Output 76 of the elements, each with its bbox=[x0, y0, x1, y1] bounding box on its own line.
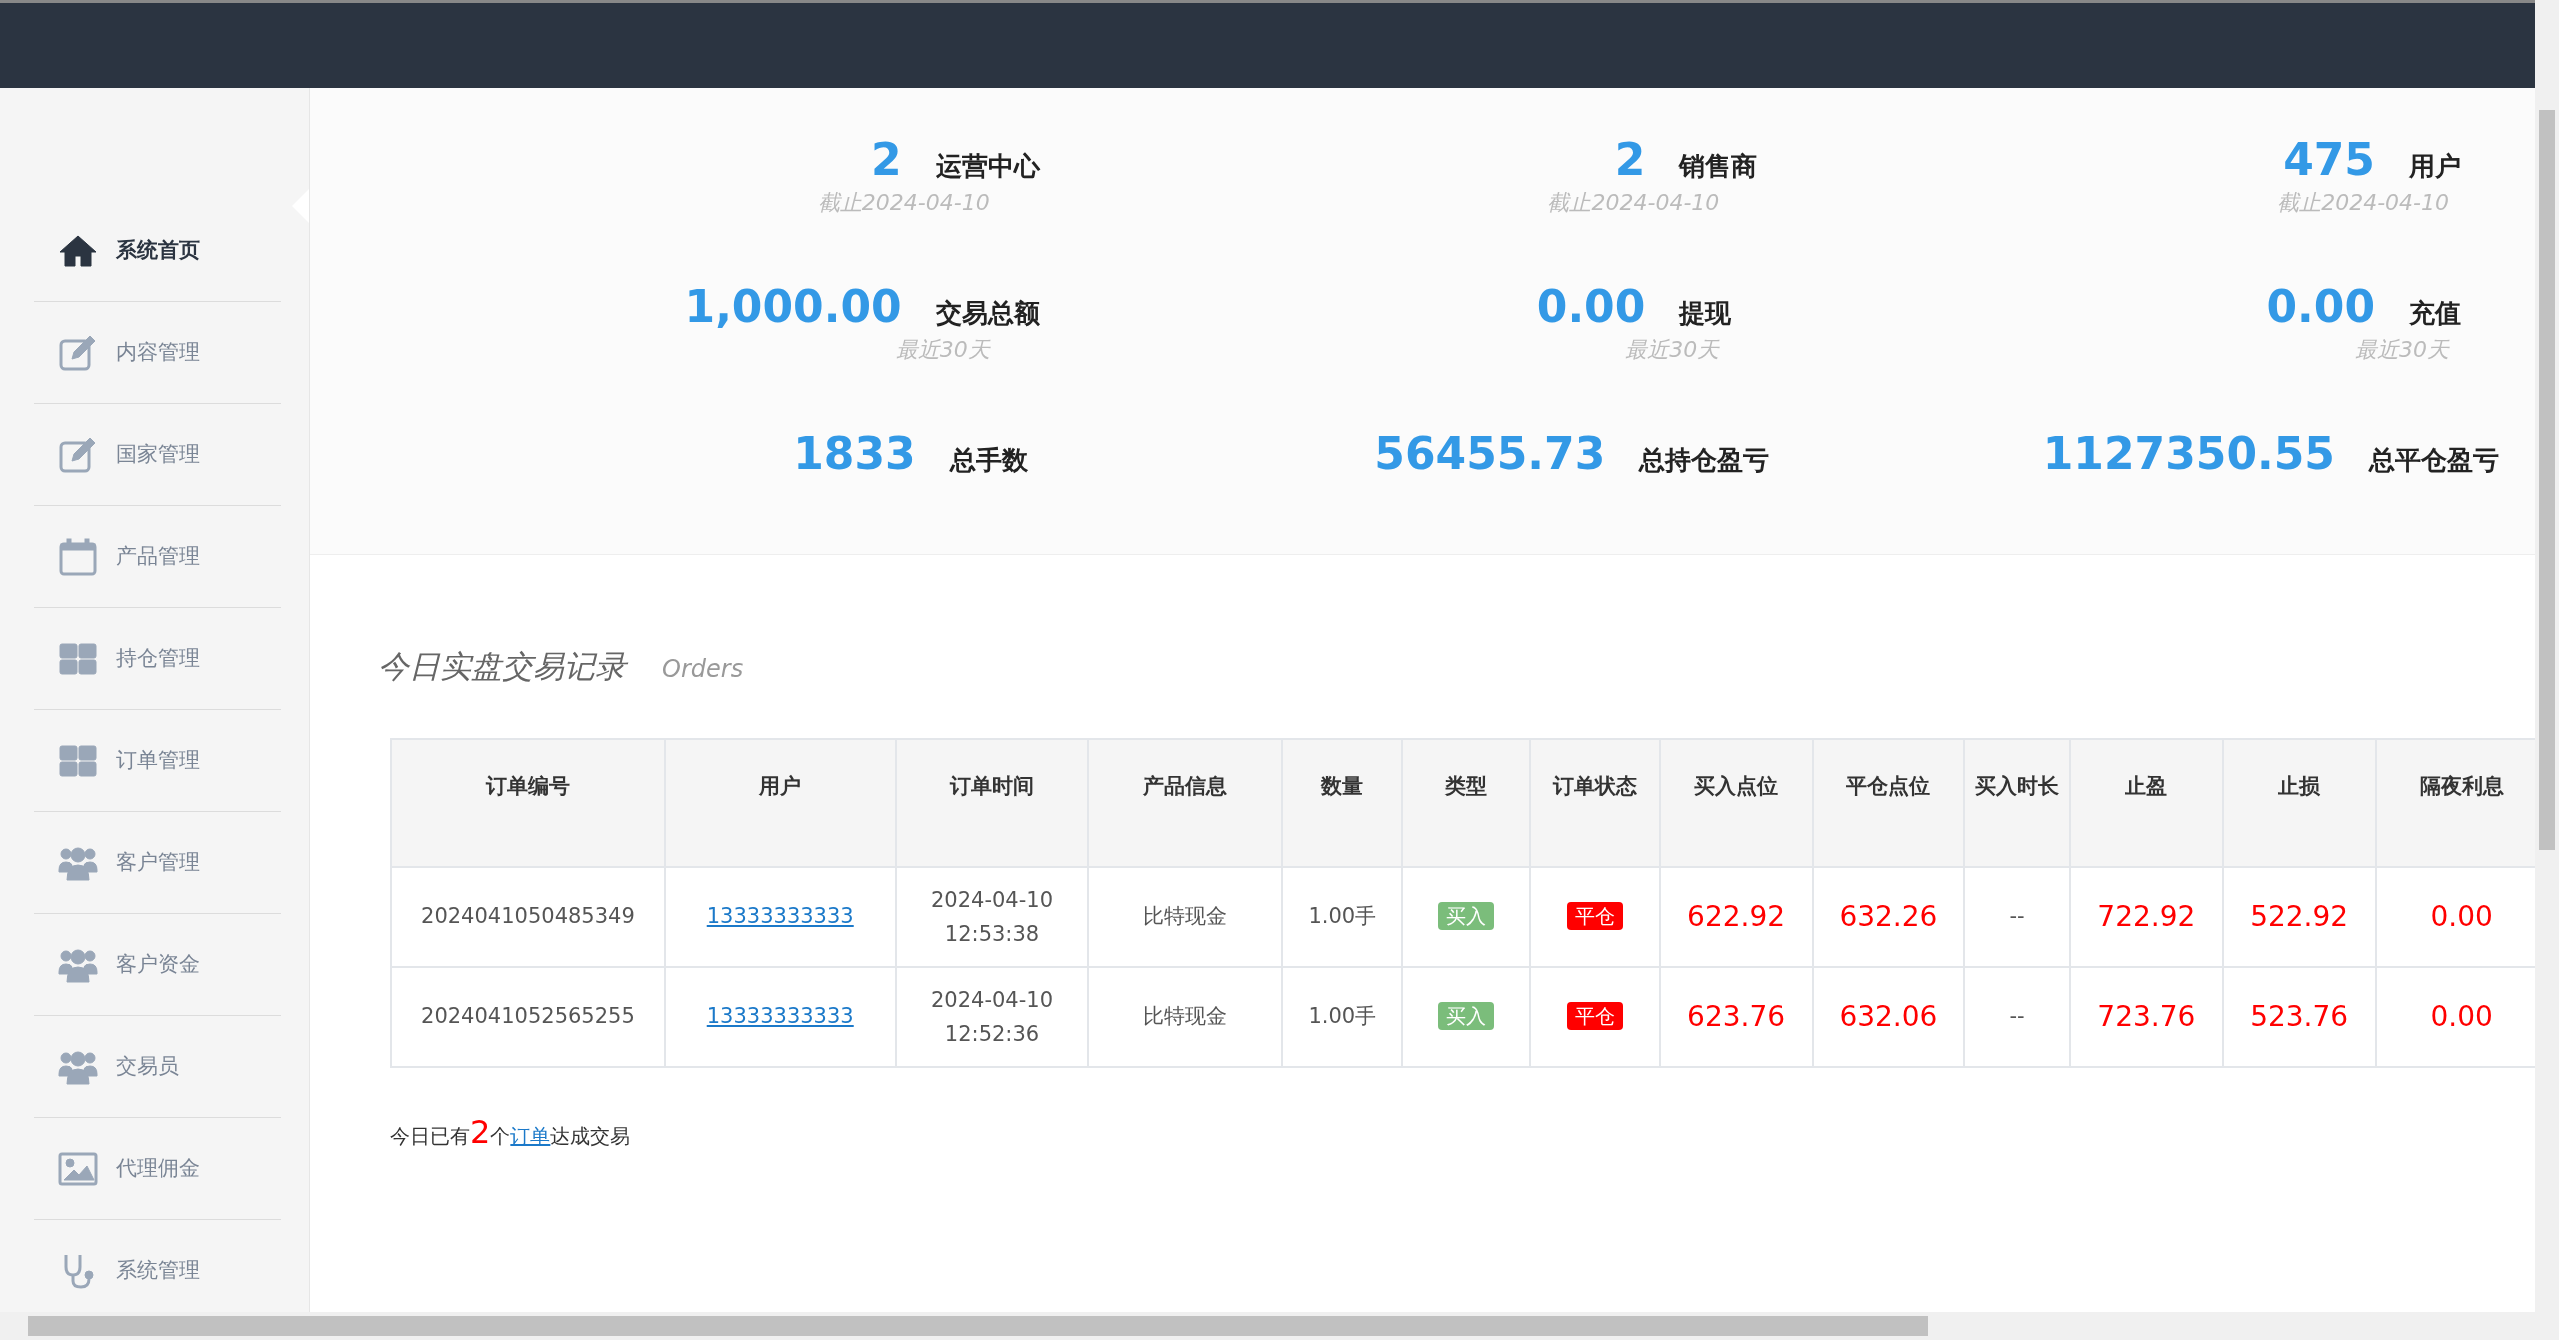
stat-label: 用户 bbox=[2409, 150, 2462, 183]
stat-label: 总持仓盈亏 bbox=[1639, 444, 1770, 477]
column-header: 产品信息 bbox=[1088, 738, 1283, 867]
column-header: 买入点位 bbox=[1659, 738, 1813, 867]
table-cell-text: 2024-04-10 12:53:38 bbox=[931, 886, 1054, 948]
table-cell: 比特现金 bbox=[1088, 866, 1283, 967]
table-cell: -- bbox=[1964, 866, 2070, 967]
stat-note: 最近30天 bbox=[1625, 336, 1720, 364]
orders-link[interactable]: 订单 bbox=[510, 1123, 551, 1148]
section-subtitle: Orders bbox=[662, 654, 744, 685]
vertical-scrollbar[interactable] bbox=[2535, 0, 2559, 1340]
column-header: 订单编号 bbox=[391, 738, 665, 867]
status-tag: 平仓 bbox=[1567, 901, 1624, 930]
sidebar-item[interactable]: 持仓管理 bbox=[34, 608, 281, 710]
sidebar-item[interactable]: 系统首页 bbox=[34, 200, 281, 302]
stat-label: 充值 bbox=[2409, 297, 2462, 330]
stat-value: 0.00 bbox=[2266, 285, 2375, 329]
sidebar-item[interactable]: 内容管理 bbox=[34, 302, 281, 404]
table-cell: 523.76 bbox=[2222, 966, 2376, 1067]
horizontal-scrollbar[interactable] bbox=[0, 1312, 2535, 1340]
column-header: 类型 bbox=[1402, 738, 1531, 867]
stat-note: 截止2024-04-10 bbox=[2277, 189, 2449, 217]
stat-label: 提现 bbox=[1679, 297, 1733, 330]
table-cell: 632.06 bbox=[1812, 966, 1965, 1067]
user-link[interactable]: 13333333333 bbox=[706, 1003, 854, 1028]
column-header: 订单时间 bbox=[895, 738, 1089, 867]
stat-value: 1127350.55 bbox=[2042, 432, 2335, 476]
stat-label: 运营中心 bbox=[935, 150, 1040, 183]
type-tag: 买入 bbox=[1438, 901, 1495, 930]
column-header: 订单状态 bbox=[1530, 738, 1660, 867]
sidebar-item[interactable]: 交易员 bbox=[34, 1016, 281, 1118]
table-cell: 622.92 bbox=[1659, 866, 1813, 967]
stat-value: 0.00 bbox=[1536, 285, 1646, 329]
column-header: 止盈 bbox=[2069, 738, 2223, 867]
stat-value: 475 bbox=[2283, 138, 2375, 182]
sidebar-item[interactable]: 客户管理 bbox=[34, 812, 281, 914]
stat-label: 总平仓盈亏 bbox=[2369, 444, 2499, 477]
table-cell: 2024041052565255 bbox=[391, 966, 665, 1067]
table-cell: 522.92 bbox=[2222, 866, 2376, 967]
stat-value: 2 bbox=[871, 138, 902, 182]
sidebar-item[interactable]: 订单管理 bbox=[34, 710, 281, 812]
table-cell: -- bbox=[1964, 966, 2070, 1067]
user-link[interactable]: 13333333333 bbox=[706, 903, 854, 928]
table-cell: 2024041050485349 bbox=[391, 866, 665, 967]
table-cell-text: 2024-04-10 12:52:36 bbox=[931, 986, 1054, 1048]
stat-note: 最近30天 bbox=[2355, 336, 2449, 364]
sidebar-item[interactable]: 产品管理 bbox=[34, 506, 281, 608]
stat-label: 交易总额 bbox=[935, 297, 1040, 330]
stat-note: 截止2024-04-10 bbox=[1547, 189, 1720, 217]
section-title: 今日实盘交易记录 bbox=[378, 647, 626, 686]
stat-note: 截止2024-04-10 bbox=[817, 189, 990, 217]
table-cell: 比特现金 bbox=[1088, 966, 1283, 1067]
stat-value: 2 bbox=[1614, 138, 1646, 182]
stat-label: 销售商 bbox=[1679, 150, 1759, 183]
column-header: 用户 bbox=[664, 738, 896, 867]
status-tag: 平仓 bbox=[1567, 1001, 1624, 1030]
column-header: 数量 bbox=[1282, 738, 1403, 867]
sidebar-item[interactable]: 客户资金 bbox=[34, 914, 281, 1016]
type-tag: 买入 bbox=[1438, 1001, 1495, 1030]
stat-value: 1,000.00 bbox=[684, 285, 902, 329]
table-cell: 1.00手 bbox=[1282, 866, 1403, 967]
table-cell: 623.76 bbox=[1659, 966, 1813, 1067]
sidebar-item[interactable]: 国家管理 bbox=[34, 404, 281, 506]
stat-value: 1833 bbox=[793, 432, 916, 476]
column-header: 平仓点位 bbox=[1812, 738, 1965, 867]
stat-value: 56455.73 bbox=[1374, 432, 1606, 476]
table-cell: 632.26 bbox=[1812, 866, 1965, 967]
table-cell: 1.00手 bbox=[1282, 966, 1403, 1067]
table-cell: 722.92 bbox=[2069, 866, 2223, 967]
sidebar-item[interactable]: 代理佣金 bbox=[34, 1118, 281, 1220]
stat-note: 最近30天 bbox=[895, 336, 990, 364]
column-header: 止损 bbox=[2222, 738, 2376, 867]
table-cell: 723.76 bbox=[2069, 966, 2223, 1067]
column-header: 买入时长 bbox=[1964, 738, 2070, 867]
calendar-icon bbox=[58, 536, 98, 577]
stat-label: 总手数 bbox=[949, 444, 1029, 477]
